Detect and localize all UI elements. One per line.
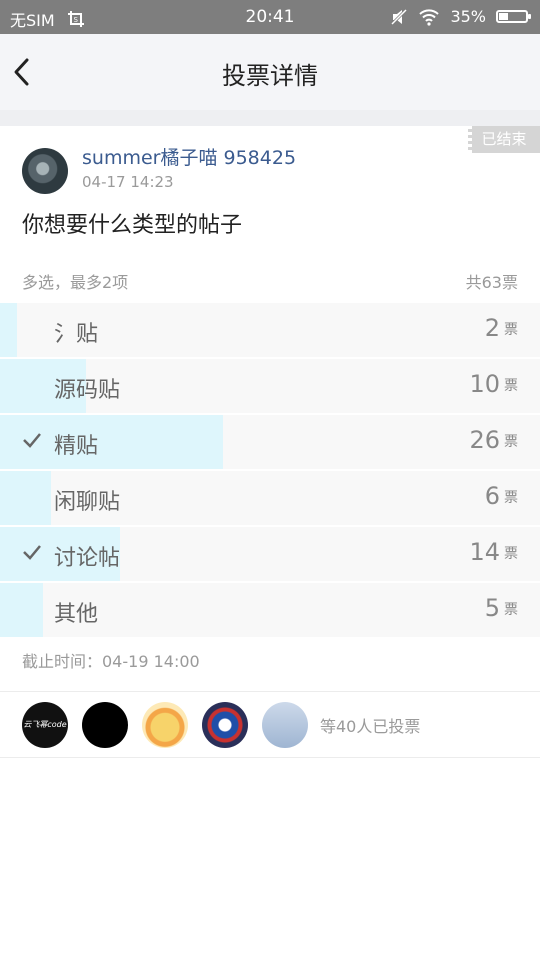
voter-avatar[interactable] [82,702,128,748]
vote-option-label: 讨论帖 [54,546,121,571]
vote-option-label: 氵贴 [54,322,99,347]
divider [0,757,540,758]
vote-option-count: 6票 [485,482,518,510]
voter-avatar[interactable] [262,702,308,748]
vote-option[interactable]: 讨论帖 14 票 [0,527,540,581]
vote-option-count: 26 票 [469,426,518,454]
vote-option-bar [0,583,43,637]
vote-option-count: 5票 [485,594,518,622]
status-right: 35% [390,7,531,26]
vote-unit: 票 [504,546,518,562]
ended-badge: 已结束 [468,126,540,153]
voters-row[interactable]: 云飞幂code 等40人已投票 [22,702,420,748]
vote-option[interactable]: 精贴 26 票 [0,415,540,469]
vote-option-number: 14 [469,538,500,566]
checkmark-icon [23,545,41,560]
vote-option-count: 14 票 [469,538,518,566]
vote-option-number: 10 [469,370,500,398]
page-title: 投票详情 [222,62,318,90]
vote-question: 你想要什么类型的帖子 [22,213,243,238]
vote-option-label: 闲聊贴 [54,490,121,515]
voters-summary: 等40人已投票 [320,717,421,736]
battery-percent: 35% [450,7,486,26]
wifi-icon [419,8,440,26]
battery-icon [496,10,531,23]
vote-unit: 票 [504,378,518,394]
author-username[interactable]: summer橘子喵 958425 [82,143,296,170]
checkmark-icon [23,433,41,448]
vote-unit: 票 [504,434,518,450]
voter-avatar[interactable] [142,702,188,748]
vote-option[interactable]: 氵贴 2票 [0,303,540,357]
vote-option-number: 26 [469,426,500,454]
voter-avatar[interactable]: 云飞幂code [22,702,68,748]
post-timestamp: 04-17 14:23 [82,173,174,191]
vote-options: 氵贴 2票 源码贴 10 票 精贴 26 票 闲聊贴 6票 讨论帖 14 票 其他 5… [0,303,540,639]
battery-fill [499,13,509,20]
vote-option-number: 2 [484,314,500,342]
vote-deadline: 截止时间：04-19 14:00 [22,652,200,671]
vote-option[interactable]: 闲聊贴 6票 [0,471,540,525]
vote-total: 共63票 [465,273,518,292]
nav-bar: 投票详情 [0,34,540,110]
vote-unit: 票 [504,322,518,338]
vote-option-bar [0,471,52,525]
vote-option[interactable]: 源码贴 10 票 [0,359,540,413]
vote-option[interactable]: 其他 5票 [0,583,540,637]
vote-option-count: 10 票 [469,370,518,398]
vote-option-number: 6 [484,482,500,510]
author-avatar[interactable] [22,148,68,194]
voter-avatar[interactable] [202,702,248,748]
vote-unit: 票 [504,490,518,506]
vote-option-bar [0,303,18,357]
vote-option-label: 其他 [54,602,99,627]
status-bar: 无SIM S 20:41 35% [0,0,540,34]
section-gap [0,110,540,126]
vote-option-number: 5 [484,594,500,622]
vote-option-count: 2票 [485,314,518,342]
vote-mode: 多选，最多2项 [22,273,129,292]
vote-option-label: 源码贴 [54,378,121,403]
vote-unit: 票 [504,602,518,618]
divider [0,691,540,692]
mute-icon [391,8,408,25]
vote-option-label: 精贴 [54,434,99,459]
voter-avatar-text: 云飞幂code [23,720,67,729]
